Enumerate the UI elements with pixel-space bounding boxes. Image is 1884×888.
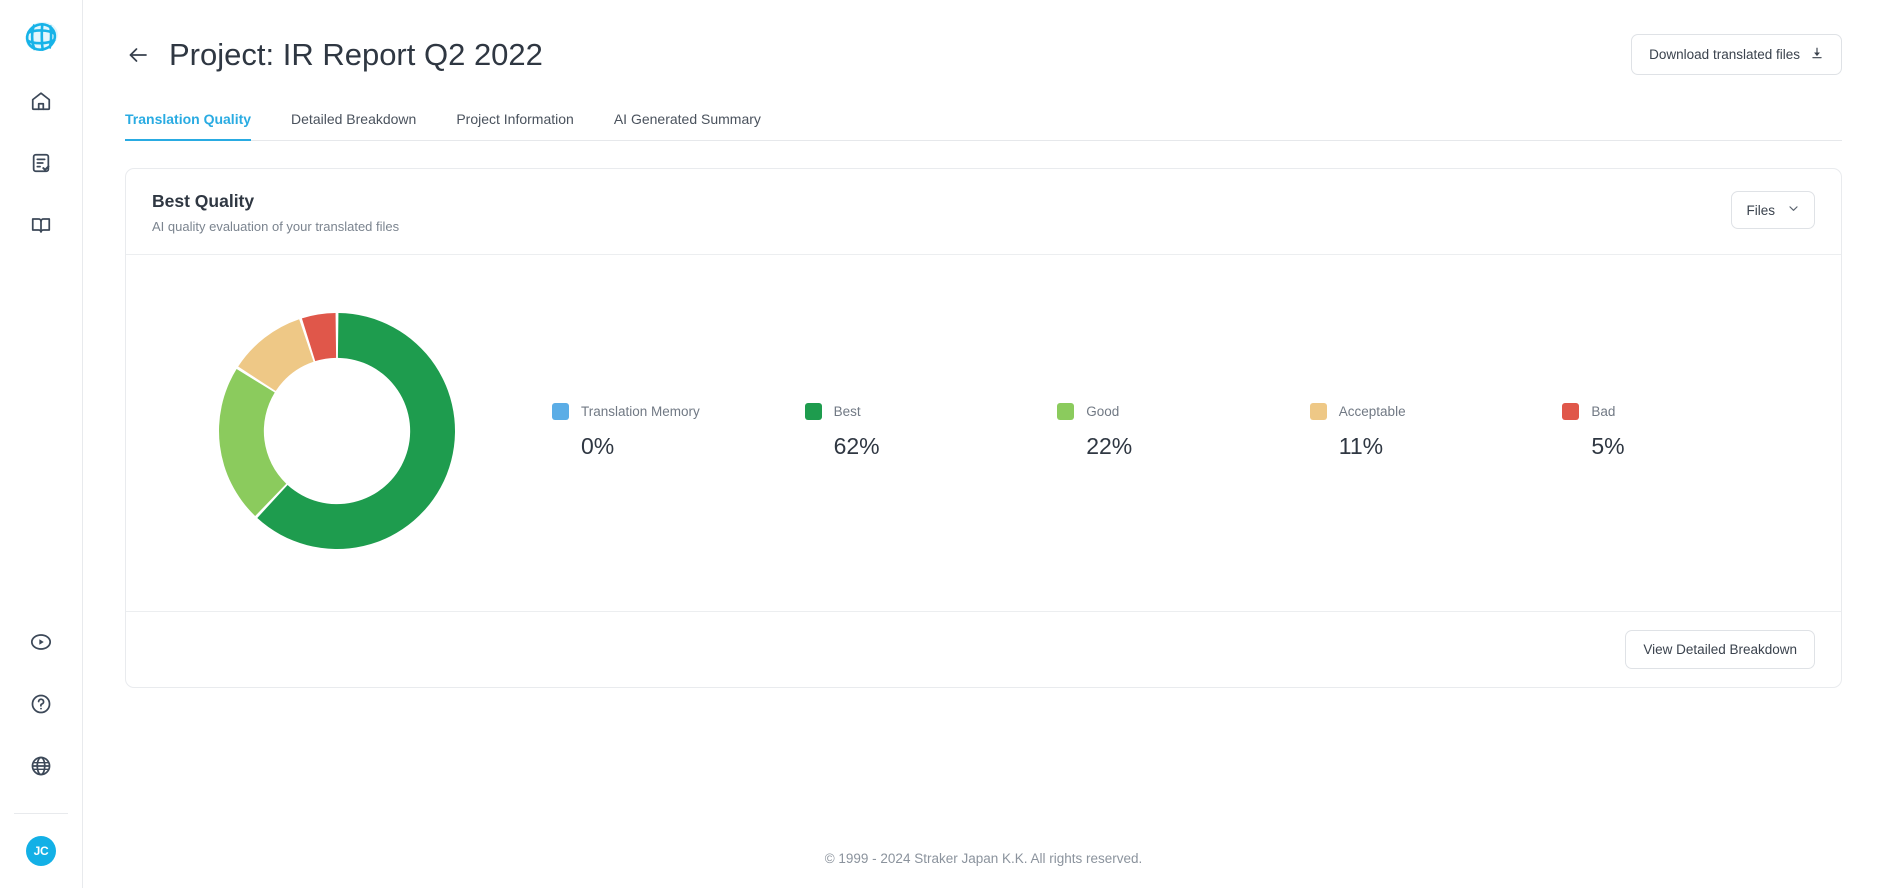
view-detailed-breakdown-button[interactable]: View Detailed Breakdown — [1625, 630, 1815, 669]
download-button-label: Download translated files — [1649, 47, 1800, 62]
tab-detailed-breakdown[interactable]: Detailed Breakdown — [271, 103, 436, 140]
donut-chart-svg — [219, 313, 455, 549]
legend-label-acceptable: Acceptable — [1338, 403, 1406, 419]
sidebar-item-tutorials[interactable] — [20, 623, 62, 665]
card-body: Translation Memory 0% Best 62% Good 22% … — [126, 255, 1841, 611]
files-dropdown-label: Files — [1746, 202, 1775, 218]
tab-project-information[interactable]: Project Information — [436, 103, 594, 140]
legend-value-best: 62% — [833, 432, 880, 459]
legend-value-bad: 5% — [1591, 432, 1625, 459]
home-icon — [30, 90, 52, 117]
avatar[interactable]: JC — [26, 836, 56, 866]
sidebar-item-help[interactable] — [20, 685, 62, 727]
page-title-group: Project: IR Report Q2 2022 — [125, 37, 543, 73]
legend-label-good: Good — [1086, 403, 1120, 419]
page-title: Project: IR Report Q2 2022 — [169, 36, 543, 72]
card-title: Best Quality — [152, 191, 255, 211]
globe-grid-logo-icon[interactable] — [20, 16, 62, 58]
sidebar-item-home[interactable] — [20, 82, 62, 124]
arrow-left-icon[interactable] — [125, 42, 151, 68]
donut-slice-good — [219, 368, 287, 517]
avatar-initials: JC — [33, 844, 49, 858]
legend-label-bad: Bad — [1591, 403, 1616, 419]
legend-swatch-bad — [1562, 402, 1580, 420]
sidebar-nav-top — [20, 82, 62, 248]
legend-swatch-best — [804, 402, 822, 420]
chevron-down-icon — [1787, 202, 1800, 218]
best-quality-card: Best Quality AI quality evaluation of yo… — [125, 168, 1842, 688]
legend-item-bad: Bad 5% — [1562, 402, 1815, 460]
files-dropdown[interactable]: Files — [1731, 191, 1815, 229]
sidebar-nav-bottom: JC — [0, 623, 82, 888]
main-content: Project: IR Report Q2 2022 Download tran… — [83, 0, 1884, 888]
card-subtitle: AI quality evaluation of your translated… — [152, 219, 400, 234]
sidebar: JC — [0, 0, 83, 888]
card-footer: View Detailed Breakdown — [126, 611, 1841, 687]
page-header: Project: IR Report Q2 2022 Download tran… — [83, 0, 1884, 75]
legend-swatch-translation-memory — [552, 402, 569, 420]
legend-swatch-good — [1057, 402, 1075, 420]
tab-bar: Translation Quality Detailed Breakdown P… — [125, 103, 1842, 141]
sidebar-item-projects[interactable] — [20, 144, 62, 186]
document-check-icon — [30, 152, 52, 179]
sidebar-divider — [14, 813, 68, 814]
legend-value-good: 22% — [1086, 432, 1133, 459]
download-icon — [1810, 46, 1824, 63]
page-footer: © 1999 - 2024 Straker Japan K.K. All rig… — [83, 851, 1884, 888]
legend-value-acceptable: 11% — [1338, 432, 1384, 459]
book-icon — [30, 214, 52, 241]
legend-value-translation-memory: 0% — [581, 432, 615, 459]
legend-item-acceptable: Acceptable 11% — [1309, 402, 1563, 460]
help-circle-icon — [30, 693, 52, 720]
card-heading-group: Best Quality AI quality evaluation of yo… — [152, 191, 399, 234]
sidebar-item-glossary[interactable] — [20, 206, 62, 248]
sidebar-item-language[interactable] — [20, 747, 62, 789]
chart-legend: Translation Memory 0% Best 62% Good 22% … — [522, 402, 1815, 460]
app-root: JC Project: IR Report Q2 2022 Download t… — [0, 0, 1884, 888]
play-circle-icon — [30, 631, 52, 658]
legend-item-translation-memory: Translation Memory 0% — [552, 402, 805, 460]
legend-swatch-acceptable — [1309, 402, 1327, 420]
copyright-text: © 1999 - 2024 Straker Japan K.K. All rig… — [824, 851, 1143, 866]
globe-icon — [30, 755, 52, 782]
legend-item-good: Good 22% — [1057, 402, 1310, 460]
legend-item-best: Best 62% — [804, 402, 1058, 460]
tab-translation-quality[interactable]: Translation Quality — [125, 103, 271, 141]
card-header: Best Quality AI quality evaluation of yo… — [126, 169, 1841, 255]
donut-chart — [152, 281, 522, 581]
legend-label-best: Best — [833, 403, 861, 419]
legend-label-translation-memory: Translation Memory — [581, 403, 700, 419]
tab-ai-generated-summary[interactable]: AI Generated Summary — [594, 103, 781, 140]
download-translated-files-button[interactable]: Download translated files — [1631, 34, 1842, 75]
